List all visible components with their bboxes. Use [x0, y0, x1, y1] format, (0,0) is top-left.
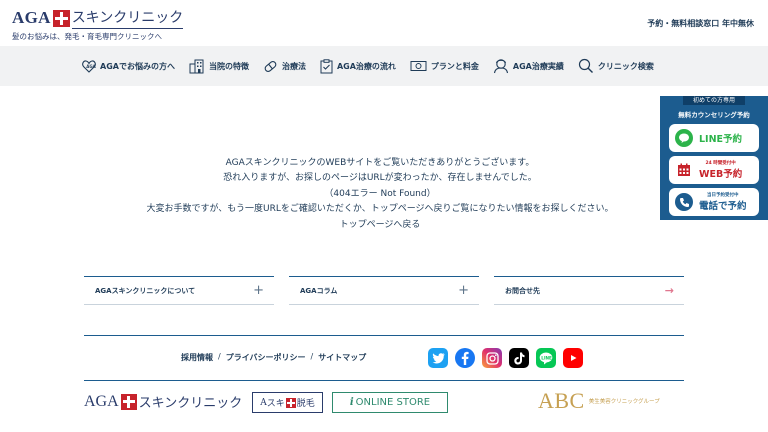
tiktok-icon[interactable] — [509, 348, 529, 368]
nav-label: AGA治療実績 — [512, 61, 564, 71]
footer-brand-logo[interactable]: AGA スキンクリニック — [84, 392, 243, 412]
cross-icon — [52, 9, 70, 27]
store-icon: i — [349, 397, 354, 408]
tel-label: 電話で予約 — [699, 201, 747, 212]
plus-icon: + — [458, 283, 469, 298]
sns-links: LINE — [428, 348, 590, 368]
message-line: 恐れ入りますが、お探しのページはURLが変わったか、存在しませんでした。 — [223, 173, 537, 184]
nav-item-features[interactable]: 当院の特徴 — [189, 59, 249, 74]
brand-aga: AGA — [84, 392, 119, 410]
reservation-info: 予約・無料相談窓口 年中無休 — [647, 19, 754, 28]
instagram-icon[interactable] — [482, 348, 502, 368]
accordion-label: AGAコラム — [300, 286, 338, 295]
recruit-link[interactable]: 採用情報 — [181, 352, 213, 363]
first-visit-tab: 初めての方専用 — [683, 96, 745, 105]
brand-text: スキンクリニック — [138, 396, 243, 411]
nav-item-aga-worries[interactable]: AGA AGAでお悩みの方へ — [82, 59, 175, 73]
widget-title: 無料カウンセリング予約 — [678, 111, 750, 119]
web-reservation-button[interactable]: 24 時間受付中 WEB予約 — [669, 156, 759, 184]
back-to-top-link[interactable]: トップページへ戻る — [340, 220, 421, 230]
facebook-icon[interactable] — [455, 348, 475, 368]
youtube-icon[interactable] — [563, 348, 583, 368]
datsumo-end: 脱毛 — [296, 399, 315, 409]
nav-item-clinic-search[interactable]: クリニック検索 — [578, 58, 654, 74]
pill-icon — [264, 60, 277, 72]
svg-text:AGA: AGA — [86, 64, 96, 69]
online-store-link[interactable]: i ONLINE STORE — [332, 392, 448, 413]
phone-reservation-button[interactable]: 当日予約受付中 電話で予約 — [669, 188, 759, 216]
nav-item-treatment[interactable]: 治療法 — [263, 59, 306, 74]
divider — [84, 380, 684, 381]
privacy-policy-link[interactable]: プライバシーポリシー — [226, 352, 306, 363]
footer-about-accordion[interactable]: AGAスキンクリニックについて + — [84, 276, 274, 305]
accordion-label: AGAスキンクリニックについて — [95, 286, 196, 295]
arrow-right-icon: → — [664, 284, 674, 297]
store-text: ONLINE STORE — [355, 397, 431, 408]
footer-column-accordion[interactable]: AGAコラム + — [289, 276, 479, 305]
footer-links: 採用情報 / プライバシーポリシー / サイトマップ — [181, 352, 366, 363]
nav-item-plans[interactable]: プランと料金 — [410, 60, 479, 72]
not-found-message: AGAスキンクリニックのWEBサイトをご覧いただきありがとうございます。 恐れ入… — [100, 156, 660, 233]
heart-icon: AGA — [82, 59, 96, 73]
logo-aga: AGA — [12, 8, 51, 27]
nav-label: プランと料金 — [430, 61, 479, 71]
nav-label: AGA治療の流れ — [336, 61, 396, 71]
sitemap-link[interactable]: サイトマップ — [318, 352, 366, 363]
line-label: LINE予約 — [699, 134, 743, 145]
cross-icon — [285, 397, 296, 408]
plus-icon: + — [253, 283, 264, 298]
site-header: AGA スキンクリニック 髪のお悩みは、発毛・育毛専門クリニックへ 予約・無料相… — [0, 0, 768, 46]
aga-skin-datsumo-link[interactable]: A スキ 脱毛 — [252, 392, 323, 413]
separator: / — [218, 352, 221, 361]
nav-item-treatment-flow[interactable]: AGA治療の流れ — [320, 58, 396, 74]
cross-icon — [120, 393, 137, 410]
web-label: WEB予約 — [699, 169, 743, 180]
search-icon — [578, 58, 593, 73]
line-icon[interactable]: LINE — [536, 348, 556, 368]
line-icon — [675, 129, 693, 147]
building-icon — [189, 59, 204, 73]
line-reservation-button[interactable]: LINE予約 — [669, 124, 759, 152]
twitter-icon[interactable] — [428, 348, 448, 368]
abc-mark: ABC — [538, 388, 585, 413]
site-logo[interactable]: AGA スキンクリニック — [12, 7, 184, 29]
message-line: AGAスキンクリニックのWEBサイトをご覧いただきありがとうございます。 — [225, 158, 535, 168]
phone-icon — [675, 193, 693, 211]
abc-group-logo[interactable]: ABC 美生美容クリニックグループ — [538, 388, 660, 414]
footer-contact-link[interactable]: お問合せ先 → — [494, 276, 684, 305]
divider — [84, 335, 684, 336]
person-icon — [493, 59, 508, 74]
nav-label: AGAでお悩みの方へ — [100, 61, 175, 71]
main-nav: AGA AGAでお悩みの方へ 当院の特徴 治療法 AGA治療の流れ プランと料金… — [0, 46, 768, 86]
abc-group-name: 美生美容クリニックグループ — [588, 399, 660, 405]
error-code-line: （404エラー Not Found） — [324, 188, 436, 199]
nav-label: 当院の特徴 — [208, 61, 249, 71]
nav-item-results[interactable]: AGA治療実績 — [493, 58, 564, 74]
tagline: 髪のお悩みは、発毛・育毛専門クリニックへ — [12, 32, 162, 41]
svg-text:LINE: LINE — [541, 355, 552, 360]
clipboard-icon — [320, 58, 333, 73]
nav-label: 治療法 — [281, 61, 306, 71]
separator: / — [310, 352, 314, 361]
nav-label: クリニック検索 — [597, 61, 654, 71]
contact-label: お問合せ先 — [505, 286, 540, 295]
logo-text: スキンクリニック — [71, 7, 184, 29]
calendar-icon — [675, 161, 693, 179]
money-icon — [410, 61, 427, 71]
datsumo-suki: スキ — [266, 399, 285, 409]
message-line: 大変お手数ですが、もう一度URLをご確認いただくか、トップページへ戻りご覧になり… — [146, 204, 614, 215]
